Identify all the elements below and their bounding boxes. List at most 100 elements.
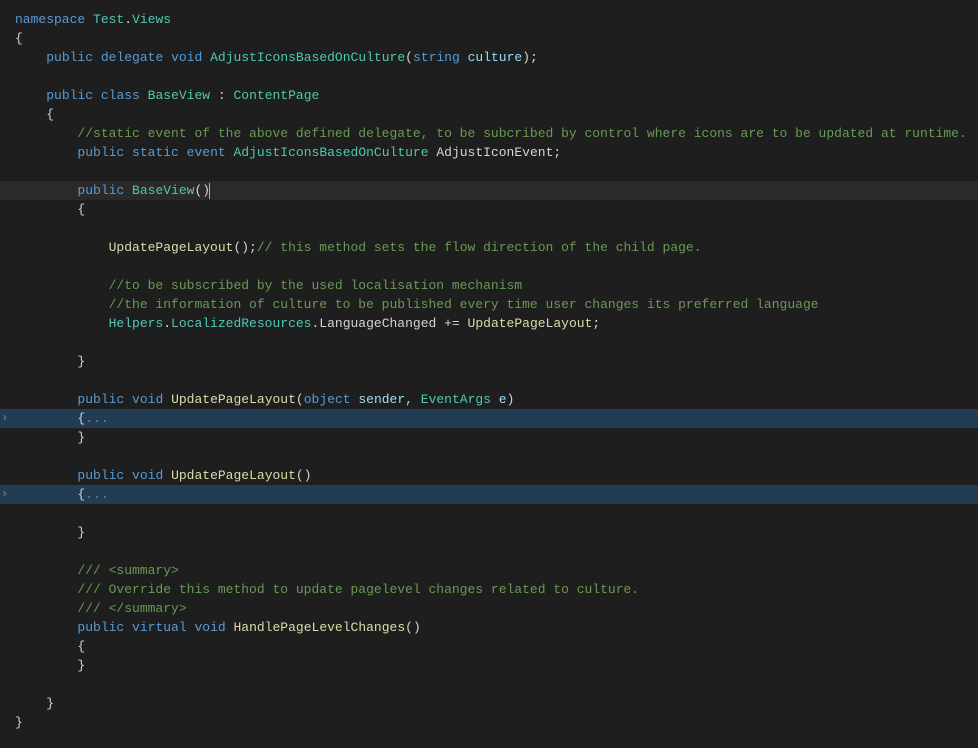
token-kw: public — [77, 392, 124, 407]
token-mtd: UpdatePageLayout — [109, 240, 234, 255]
token-cls: AdjustIconsBasedOnCulture — [210, 50, 405, 65]
token-kw: public — [77, 468, 124, 483]
code-line[interactable]: public void UpdatePageLayout() — [0, 466, 978, 485]
token-str — [93, 50, 101, 65]
code-line[interactable] — [0, 371, 978, 390]
token-cls: ContentPage — [234, 88, 320, 103]
code-line[interactable]: { — [0, 637, 978, 656]
token-kw: string — [413, 50, 460, 65]
code-line[interactable] — [0, 504, 978, 523]
token-str — [460, 50, 468, 65]
token-kw: namespace — [15, 12, 85, 27]
code-line[interactable] — [0, 162, 978, 181]
token-kw: static — [132, 145, 179, 160]
code-line[interactable]: } — [0, 352, 978, 371]
token-param: sender — [358, 392, 405, 407]
token-cmt: /// </summary> — [77, 601, 186, 616]
token-str — [179, 145, 187, 160]
token-punc: ( — [405, 50, 413, 65]
code-line[interactable] — [0, 447, 978, 466]
token-str: : — [210, 88, 233, 103]
token-str — [124, 392, 132, 407]
code-line[interactable]: public void UpdatePageLayout(object send… — [0, 390, 978, 409]
token-str — [140, 88, 148, 103]
token-punc: } — [77, 658, 85, 673]
token-str — [124, 145, 132, 160]
code-line[interactable]: /// <summary> — [0, 561, 978, 580]
token-punc: ); — [522, 50, 538, 65]
fold-chevron-icon[interactable]: › — [1, 485, 8, 504]
code-editor[interactable]: › › namespace Test.Views { public delegate… — [0, 0, 978, 732]
code-line[interactable] — [0, 675, 978, 694]
code-line[interactable] — [0, 542, 978, 561]
token-kw: public — [77, 183, 124, 198]
token-punc: } — [77, 354, 85, 369]
token-kw: public — [46, 88, 93, 103]
code-line[interactable]: //to be subscribed by the used localisat… — [0, 276, 978, 295]
code-line[interactable]: } — [0, 428, 978, 447]
token-kw: object — [304, 392, 351, 407]
token-mtd: HandlePageLevelChanges — [234, 620, 406, 635]
token-str: LanguageChanged — [319, 316, 444, 331]
code-line[interactable]: public delegate void AdjustIconsBasedOnC… — [0, 48, 978, 67]
token-punc: } — [46, 696, 54, 711]
code-line[interactable]: } — [0, 656, 978, 675]
token-str — [226, 620, 234, 635]
code-line[interactable]: public BaseView() — [0, 181, 978, 200]
code-line[interactable]: //static event of the above defined dele… — [0, 124, 978, 143]
token-cls: LocalizedResources — [171, 316, 311, 331]
token-kw: virtual — [132, 620, 187, 635]
code-line[interactable]: } — [0, 713, 978, 732]
token-punc: , — [405, 392, 421, 407]
token-cls: AdjustIconsBasedOnCulture — [234, 145, 429, 160]
code-line[interactable]: namespace Test.Views — [0, 10, 978, 29]
token-cmt: // this method sets the flow direction o… — [257, 240, 702, 255]
token-punc: ( — [296, 392, 304, 407]
token-kw: public — [77, 620, 124, 635]
token-cls: Helpers — [109, 316, 164, 331]
token-fold-dots: ... — [85, 411, 108, 426]
code-line[interactable]: { — [0, 29, 978, 48]
code-line[interactable]: /// Override this method to update pagel… — [0, 580, 978, 599]
code-line[interactable]: {... — [0, 485, 978, 504]
code-area[interactable]: namespace Test.Views { public delegate vo… — [0, 10, 978, 732]
token-kw: void — [132, 392, 163, 407]
fold-chevron-icon[interactable]: › — [1, 409, 8, 428]
token-kw: void — [132, 468, 163, 483]
token-punc: . — [124, 12, 132, 27]
token-kw: delegate — [101, 50, 163, 65]
code-line[interactable]: } — [0, 694, 978, 713]
code-line[interactable] — [0, 333, 978, 352]
token-punc: (); — [233, 240, 256, 255]
code-line[interactable]: } — [0, 523, 978, 542]
code-line[interactable]: public virtual void HandlePageLevelChang… — [0, 618, 978, 637]
code-line[interactable] — [0, 219, 978, 238]
code-line[interactable]: public class BaseView : ContentPage — [0, 86, 978, 105]
token-str — [491, 392, 499, 407]
token-cmt: /// Override this method to update pagel… — [77, 582, 639, 597]
code-line[interactable]: {... — [0, 409, 978, 428]
token-mtd: UpdatePageLayout — [171, 392, 296, 407]
text-cursor — [209, 183, 210, 199]
code-line[interactable]: { — [0, 200, 978, 219]
code-line[interactable]: { — [0, 105, 978, 124]
token-str — [226, 145, 234, 160]
token-punc: { — [15, 31, 23, 46]
token-punc: . — [163, 316, 171, 331]
token-punc: ) — [507, 392, 515, 407]
token-str — [460, 316, 468, 331]
token-cls: BaseView — [148, 88, 210, 103]
token-cmt: /// <summary> — [77, 563, 178, 578]
code-line[interactable] — [0, 67, 978, 86]
token-kw: public — [46, 50, 93, 65]
token-cls: EventArgs — [421, 392, 491, 407]
code-line[interactable]: public static event AdjustIconsBasedOnCu… — [0, 143, 978, 162]
code-line[interactable] — [0, 257, 978, 276]
code-line[interactable]: UpdatePageLayout();// this method sets t… — [0, 238, 978, 257]
code-line[interactable]: //the information of culture to be publi… — [0, 295, 978, 314]
token-str — [202, 50, 210, 65]
token-punc: } — [77, 430, 85, 445]
code-line[interactable]: Helpers.LocalizedResources.LanguageChang… — [0, 314, 978, 333]
code-line[interactable]: /// </summary> — [0, 599, 978, 618]
token-kw: void — [171, 50, 202, 65]
